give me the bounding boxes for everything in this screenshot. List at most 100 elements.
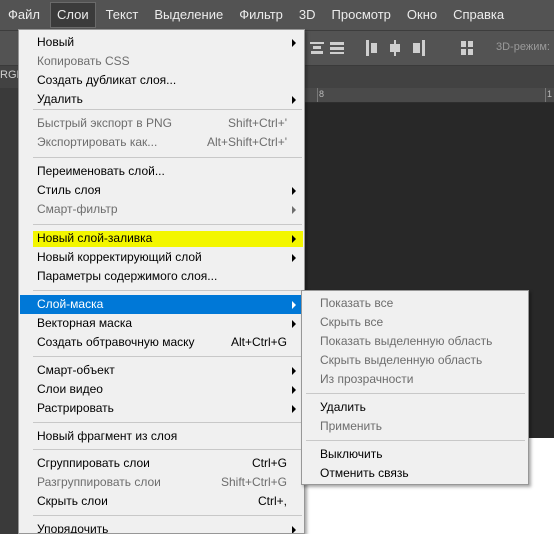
menu-item-label: Скрыть слои bbox=[37, 494, 108, 508]
submenu-item: Показать все bbox=[303, 294, 527, 313]
menu-separator bbox=[33, 290, 302, 291]
menu-item-label: Смарт-фильтр bbox=[37, 202, 118, 216]
menu-item[interactable]: Слой-маска bbox=[20, 295, 303, 314]
submenu-arrow-icon bbox=[292, 386, 296, 394]
menubar-item[interactable]: Выделение bbox=[146, 0, 231, 30]
submenu-item[interactable]: Отменить связь bbox=[303, 464, 527, 483]
submenu-item: Показать выделенную область bbox=[303, 332, 527, 351]
menu-bar: Файл Слои Текст Выделение Фильтр 3D Просмотр Ок… bbox=[0, 0, 554, 31]
menubar-item[interactable]: Фильтр bbox=[231, 0, 291, 30]
ruler-tick-label: 1 bbox=[547, 89, 553, 99]
submenu-item-label: Скрыть выделенную область bbox=[320, 353, 483, 367]
shortcut-label: Shift+Ctrl+G bbox=[220, 475, 287, 489]
align-icon[interactable] bbox=[330, 40, 344, 56]
menu-item-label: Параметры содержимого слоя... bbox=[37, 269, 218, 283]
menu-separator bbox=[306, 393, 525, 394]
menubar-item[interactable]: Окно bbox=[399, 0, 445, 30]
menu-separator bbox=[33, 356, 302, 357]
menubar-item[interactable]: Файл bbox=[0, 0, 48, 30]
menu-separator bbox=[306, 440, 525, 441]
submenu-item-label: Выключить bbox=[320, 447, 383, 461]
submenu-item[interactable]: Удалить bbox=[303, 398, 527, 417]
menu-item[interactable]: Параметры содержимого слоя... bbox=[20, 267, 303, 286]
menu-separator bbox=[33, 515, 302, 516]
menu-item[interactable]: Новый слой-заливка bbox=[20, 229, 303, 248]
toolbar-strip bbox=[0, 88, 18, 534]
submenu-arrow-icon bbox=[292, 187, 296, 195]
menu-item[interactable]: Создать обтравочную маску Alt+Ctrl+G bbox=[20, 333, 303, 352]
auto-align-icon[interactable] bbox=[460, 40, 474, 56]
submenu-item-label: Показать все bbox=[320, 296, 394, 310]
shortcut-label: Shift+Ctrl+' bbox=[228, 116, 287, 130]
submenu-item-label: Скрыть все bbox=[320, 315, 384, 329]
submenu-arrow-icon bbox=[292, 235, 296, 243]
menubar-item[interactable]: Справка bbox=[445, 0, 512, 30]
menu-item[interactable]: Удалить bbox=[20, 90, 303, 109]
menu-item[interactable]: Переименовать слой... bbox=[20, 162, 303, 181]
menu-item[interactable]: Векторная маска bbox=[20, 314, 303, 333]
distribute-icon[interactable] bbox=[412, 40, 426, 56]
align-icon[interactable] bbox=[310, 40, 324, 56]
ruler-tick bbox=[317, 88, 318, 102]
shortcut-label: Alt+Ctrl+G bbox=[230, 335, 287, 349]
submenu-item: Применить bbox=[303, 417, 527, 436]
distribute-icon[interactable] bbox=[364, 40, 378, 56]
menu-item[interactable]: Новый корректирующий слой bbox=[20, 248, 303, 267]
menu-item-label: Создать дубликат слоя... bbox=[37, 73, 177, 87]
submenu-item-label: Отменить связь bbox=[320, 466, 409, 480]
menu-item-label: Упорядочить bbox=[37, 522, 109, 534]
submenu-arrow-icon bbox=[292, 206, 296, 214]
menu-item-label: Копировать CSS bbox=[37, 54, 130, 68]
menu-item[interactable]: Стиль слоя bbox=[20, 181, 303, 200]
submenu-arrow-icon bbox=[292, 405, 296, 413]
submenu-item[interactable]: Выключить bbox=[303, 445, 527, 464]
menu-item-label: Слои видео bbox=[37, 382, 103, 396]
menu-item[interactable]: Сгруппировать слои Ctrl+G bbox=[20, 454, 303, 473]
menu-item-label: Новый bbox=[37, 35, 75, 49]
menu-item-label: Сгруппировать слои bbox=[37, 456, 150, 470]
menu-item: Быстрый экспорт в PNG Shift+Ctrl+' bbox=[20, 114, 303, 133]
menu-item[interactable]: Создать дубликат слоя... bbox=[20, 71, 303, 90]
menu-separator bbox=[33, 109, 302, 110]
menu-item: Разгруппировать слои Shift+Ctrl+G bbox=[20, 473, 303, 492]
menu-separator bbox=[33, 449, 302, 450]
distribute-icon[interactable] bbox=[388, 40, 402, 56]
menu-item[interactable]: Упорядочить bbox=[20, 520, 303, 534]
submenu-arrow-icon bbox=[292, 301, 296, 309]
menu-item[interactable]: Скрыть слои Ctrl+, bbox=[20, 492, 303, 511]
shortcut-label: Ctrl+G bbox=[251, 456, 287, 470]
menu-item-label: Векторная маска bbox=[37, 316, 133, 330]
menubar-item[interactable]: Слои bbox=[49, 2, 96, 28]
menubar-item[interactable]: 3D bbox=[291, 0, 324, 30]
menu-item[interactable]: Растрировать bbox=[20, 399, 303, 418]
submenu-item-label: Применить bbox=[320, 419, 383, 433]
menubar-item[interactable]: Текст bbox=[98, 0, 147, 30]
menu-item: Копировать CSS bbox=[20, 52, 303, 71]
submenu-item: Скрыть все bbox=[303, 313, 527, 332]
menu-item-label: Разгруппировать слои bbox=[37, 475, 161, 489]
menu-item[interactable]: Новый bbox=[20, 33, 303, 52]
menu-item[interactable]: Смарт-объект bbox=[20, 361, 303, 380]
menu-item-label: Растрировать bbox=[37, 401, 114, 415]
shortcut-label: Ctrl+, bbox=[257, 494, 287, 508]
layer-mask-submenu: Показать все Скрыть все Показать выделенну… bbox=[301, 290, 529, 485]
menu-item-label: Быстрый экспорт в PNG bbox=[37, 116, 172, 130]
submenu-arrow-icon bbox=[292, 367, 296, 375]
submenu-arrow-icon bbox=[292, 254, 296, 262]
menu-item-label: Смарт-объект bbox=[37, 363, 115, 377]
submenu-arrow-icon bbox=[292, 526, 296, 533]
menu-item-label: Экспортировать как... bbox=[37, 135, 158, 149]
ruler-tick bbox=[545, 88, 546, 102]
menu-item: Смарт-фильтр bbox=[20, 200, 303, 219]
submenu-arrow-icon bbox=[292, 320, 296, 328]
menubar-item[interactable]: Просмотр bbox=[324, 0, 399, 30]
menu-item-label: Стиль слоя bbox=[37, 183, 101, 197]
layer-menu: Новый Копировать CSS Создать дубликат слоя… bbox=[18, 29, 305, 534]
menu-item: Экспортировать как... Alt+Shift+Ctrl+' bbox=[20, 133, 303, 152]
menu-item-label: Слой-маска bbox=[37, 297, 104, 311]
submenu-item-label: Удалить bbox=[320, 400, 366, 414]
ruler-tick-label: 8 bbox=[319, 89, 325, 99]
menu-item[interactable]: Новый фрагмент из слоя bbox=[20, 427, 303, 446]
shortcut-label: Alt+Shift+Ctrl+' bbox=[207, 135, 287, 149]
menu-item[interactable]: Слои видео bbox=[20, 380, 303, 399]
